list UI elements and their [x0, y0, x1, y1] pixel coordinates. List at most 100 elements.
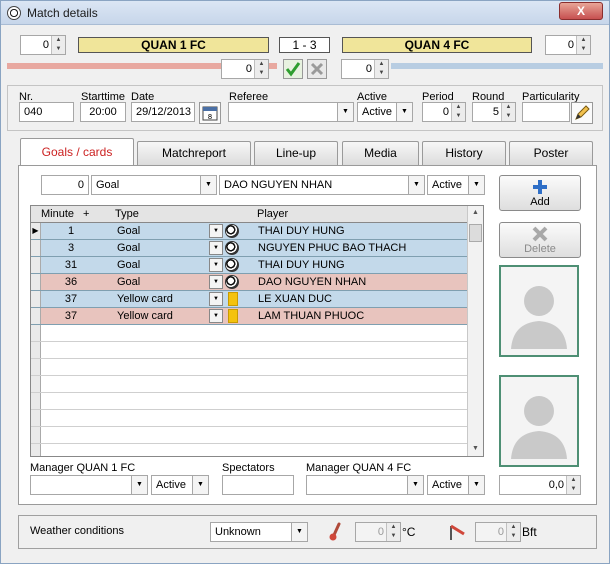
away-manager-photo[interactable]	[499, 375, 579, 467]
chevron-down-icon[interactable]: ▼	[407, 476, 423, 494]
starttime-input[interactable]: 20:00	[80, 102, 126, 122]
home-halftime-arrows[interactable]: ▲ ▼	[254, 60, 268, 78]
away-halftime-arrows[interactable]: ▲ ▼	[374, 60, 388, 78]
temperature-input[interactable]: 0 ▲ ▼	[355, 522, 401, 542]
table-row[interactable]: 36 Goal ▼ DAO NGUYEN NHAN	[31, 274, 469, 291]
tab-goals-cards[interactable]: Goals / cards	[20, 138, 134, 166]
table-row[interactable]: 37 Yellow card ▼ LAM THUAN PHUOC	[31, 308, 469, 325]
tab-poster[interactable]: Poster	[509, 141, 593, 165]
manager-home-status-select[interactable]: Active ▼	[151, 475, 209, 495]
arrow-up-icon[interactable]: ▲	[387, 523, 400, 532]
arrow-down-icon[interactable]: ▼	[452, 112, 465, 121]
home-manager-photo[interactable]	[499, 265, 579, 357]
chevron-down-icon[interactable]: ▼	[209, 241, 223, 255]
arrow-down-icon[interactable]: ▼	[52, 45, 65, 54]
arrow-down-icon[interactable]: ▼	[255, 69, 268, 78]
arrow-down-icon[interactable]: ▼	[387, 532, 400, 541]
scroll-thumb[interactable]	[469, 224, 482, 242]
chevron-down-icon[interactable]: ▼	[131, 476, 147, 494]
period-arrows[interactable]: ▲ ▼	[451, 103, 465, 121]
referee-select[interactable]: ▼	[228, 102, 354, 122]
arrow-down-icon[interactable]: ▼	[375, 69, 388, 78]
table-row[interactable]: 37 Yellow card ▼ LE XUAN DUC	[31, 291, 469, 308]
chevron-down-icon[interactable]: ▼	[209, 292, 223, 306]
tab-history[interactable]: History	[422, 141, 506, 165]
chevron-down-icon[interactable]: ▼	[200, 176, 216, 194]
chevron-down-icon[interactable]: ▼	[337, 103, 353, 121]
arrow-up-icon[interactable]: ▲	[567, 476, 580, 485]
arrow-up-icon[interactable]: ▲	[452, 103, 465, 112]
active-select[interactable]: Active ▼	[357, 102, 413, 122]
period-input[interactable]: 0 ▲ ▼	[422, 102, 466, 122]
chevron-down-icon[interactable]: ▼	[468, 176, 484, 194]
round-input[interactable]: 5 ▲ ▼	[472, 102, 516, 122]
away-halftime-input[interactable]: 0 ▲ ▼	[341, 59, 389, 79]
rating-input[interactable]: 0,0 ▲ ▼	[499, 475, 581, 495]
edit-particularity-button[interactable]	[571, 102, 593, 124]
tab-matchreport[interactable]: Matchreport	[137, 141, 251, 165]
column-type[interactable]: Type	[115, 208, 139, 220]
table-scrollbar[interactable]: ▲ ▼	[467, 206, 483, 456]
wind-input[interactable]: 0 ▲ ▼	[475, 522, 521, 542]
arrow-up-icon[interactable]: ▲	[52, 36, 65, 45]
chevron-down-icon[interactable]: ▼	[291, 523, 307, 541]
away-spin-input[interactable]: 0 ▲ ▼	[545, 35, 591, 55]
column-player[interactable]: Player	[257, 208, 288, 220]
add-button[interactable]: Add	[499, 175, 581, 211]
home-halftime-input[interactable]: 0 ▲ ▼	[221, 59, 269, 79]
chevron-down-icon[interactable]: ▼	[209, 258, 223, 272]
accept-button[interactable]	[283, 59, 303, 79]
entry-status-select[interactable]: Active ▼	[427, 175, 485, 195]
manager-away-select[interactable]: ▼	[306, 475, 424, 495]
round-arrows[interactable]: ▲ ▼	[501, 103, 515, 121]
arrow-down-icon[interactable]: ▼	[567, 485, 580, 494]
chevron-down-icon[interactable]: ▼	[209, 224, 223, 238]
scroll-down-icon[interactable]: ▼	[468, 442, 483, 456]
nr-input[interactable]: 040	[19, 102, 74, 122]
arrow-down-icon[interactable]: ▼	[577, 45, 590, 54]
rating-arrows[interactable]: ▲ ▼	[566, 476, 580, 494]
entry-player-select[interactable]: DAO NGUYEN NHAN ▼	[219, 175, 425, 195]
arrow-down-icon[interactable]: ▼	[502, 112, 515, 121]
close-button[interactable]: X	[559, 2, 603, 20]
chevron-down-icon[interactable]: ▼	[209, 309, 223, 323]
wind-arrows[interactable]: ▲ ▼	[506, 523, 520, 541]
weather-condition-select[interactable]: Unknown ▼	[210, 522, 308, 542]
table-row[interactable]: ▶ 1 Goal ▼ THAI DUY HUNG	[31, 223, 469, 240]
manager-home-select[interactable]: ▼	[30, 475, 148, 495]
calendar-button[interactable]: 8	[199, 102, 221, 124]
plus-icon	[533, 180, 547, 194]
chevron-down-icon[interactable]: ▼	[396, 103, 412, 121]
arrow-up-icon[interactable]: ▲	[577, 36, 590, 45]
particularity-input[interactable]	[522, 102, 570, 122]
manager-away-status-select[interactable]: Active ▼	[427, 475, 485, 495]
chevron-down-icon[interactable]: ▼	[468, 476, 484, 494]
tab-media[interactable]: Media	[342, 141, 419, 165]
delete-button[interactable]: Delete	[499, 222, 581, 258]
table-row[interactable]: 3 Goal ▼ NGUYEN PHUC BAO THACH	[31, 240, 469, 257]
row-type: Yellow card	[117, 293, 173, 305]
column-plus[interactable]: +	[83, 208, 89, 220]
arrow-up-icon[interactable]: ▲	[375, 60, 388, 69]
arrow-up-icon[interactable]: ▲	[507, 523, 520, 532]
temperature-arrows[interactable]: ▲ ▼	[386, 523, 400, 541]
tab-line-up[interactable]: Line-up	[254, 141, 338, 165]
table-row[interactable]: 31 Goal ▼ THAI DUY HUNG	[31, 257, 469, 274]
reject-button[interactable]	[307, 59, 327, 79]
spectators-input[interactable]	[222, 475, 294, 495]
date-input[interactable]: 29/12/2013	[131, 102, 195, 122]
arrow-down-icon[interactable]: ▼	[507, 532, 520, 541]
away-spin-arrows[interactable]: ▲ ▼	[576, 36, 590, 54]
home-spin-input[interactable]: 0 ▲ ▼	[20, 35, 66, 55]
chevron-down-icon[interactable]: ▼	[192, 476, 208, 494]
entry-type-select[interactable]: Goal ▼	[91, 175, 217, 195]
column-minute[interactable]: Minute	[41, 208, 74, 220]
home-spin-arrows[interactable]: ▲ ▼	[51, 36, 65, 54]
arrow-up-icon[interactable]: ▲	[255, 60, 268, 69]
arrow-up-icon[interactable]: ▲	[502, 103, 515, 112]
chevron-down-icon[interactable]: ▼	[209, 275, 223, 289]
chevron-down-icon[interactable]: ▼	[408, 176, 424, 194]
entry-minute-input[interactable]: 0	[41, 175, 89, 195]
away-team-name: QUAN 4 FC	[342, 37, 532, 53]
scroll-up-icon[interactable]: ▲	[468, 206, 483, 220]
